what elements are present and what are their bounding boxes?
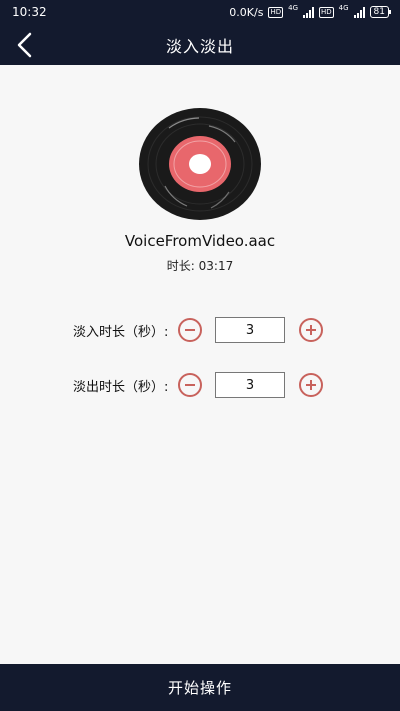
page-title: 淡入淡出 [165,36,234,56]
plus-icon [306,325,316,335]
fade-out-decrease-button[interactable] [178,373,202,397]
fade-out-input[interactable] [215,372,285,398]
duration-separator: : [190,259,199,273]
network-type-label-secondary: 4G [338,4,349,12]
chevron-left-icon [17,32,32,58]
duration-row: 时长: 03:17 [0,257,400,274]
hd-icon: HD [268,6,284,18]
duration-value: 03:17 [198,259,234,273]
fade-in-decrease-button[interactable] [178,318,202,342]
fade-in-setting: 淡入时长（秒）: [0,315,400,345]
fade-in-increase-button[interactable] [299,318,323,342]
network-type-label: 4G [288,4,298,12]
battery-icon: 81 [369,6,392,18]
signal-icon [303,6,314,18]
status-icons: 0.0K/s HD 4G HD 4G 81 [229,4,392,19]
fade-out-increase-button[interactable] [299,373,323,397]
fade-out-label: 淡出时长（秒）: [73,379,169,395]
fade-out-setting: 淡出时长（秒）: [0,370,400,400]
title-bar: 淡入淡出 [0,24,400,65]
vinyl-record-icon [139,108,261,220]
network-speed: 0.0K/s [229,5,264,19]
start-operation-button[interactable]: 开始操作 [0,664,400,711]
minus-icon [185,384,195,386]
status-time: 10:32 [12,5,47,19]
duration-label: 时长 [166,259,191,273]
signal-icon-secondary [353,6,365,18]
start-operation-label: 开始操作 [167,679,232,697]
file-name: VoiceFromVideo.aac [124,232,276,250]
status-bar: 10:32 0.0K/s HD 4G HD 4G 81 [0,0,400,24]
fade-in-label: 淡入时长（秒）: [73,324,169,340]
plus-icon [306,380,316,390]
fade-in-input[interactable] [215,317,285,343]
hd-icon-secondary: HD [319,6,334,18]
minus-icon [185,329,195,331]
back-button[interactable] [10,30,40,60]
